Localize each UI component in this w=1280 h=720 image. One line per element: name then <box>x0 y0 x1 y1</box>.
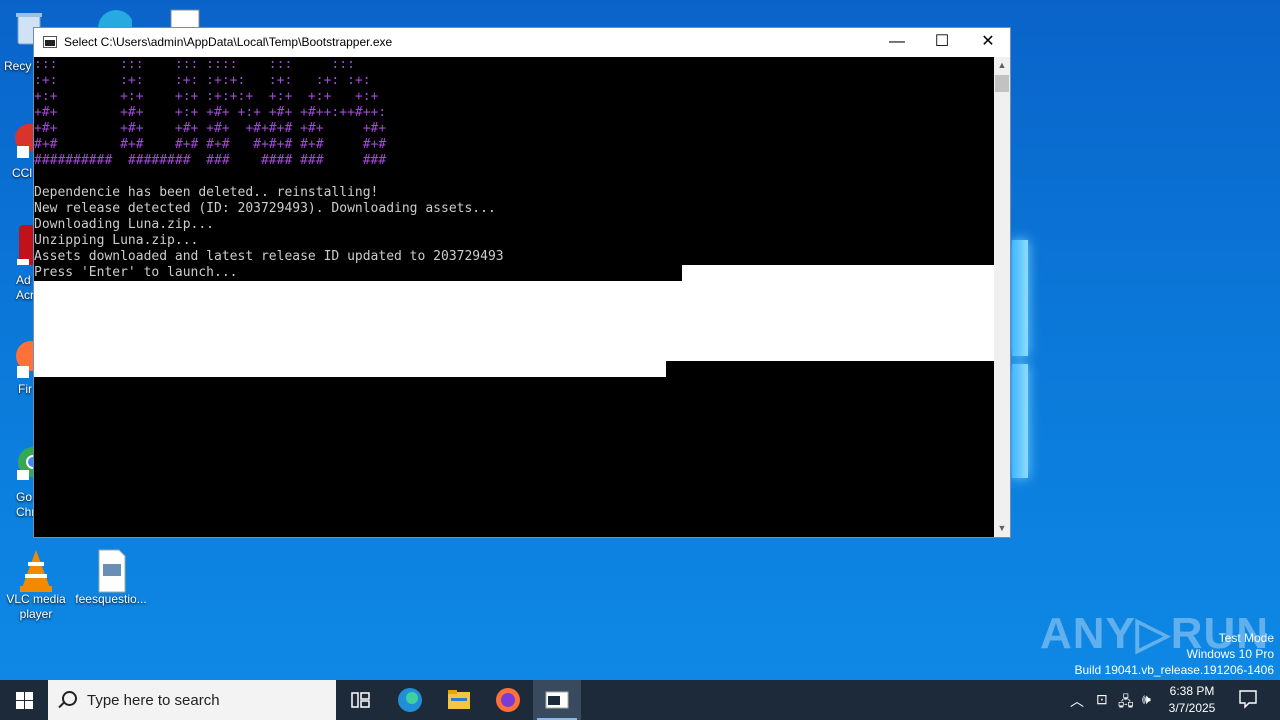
console-line: Downloading Luna.zip... <box>34 217 215 232</box>
taskbar-clock[interactable]: 6:38 PM 3/7/2025 <box>1160 683 1224 717</box>
ascii-art-line: +#+ +#+ +:+ +#+ +:+ +#+ +#++:++#++: <box>34 105 387 120</box>
folder-icon <box>448 690 470 709</box>
task-view-icon <box>351 692 370 708</box>
ascii-art-line: ::: ::: ::: :::: ::: ::: <box>34 57 355 72</box>
selection-highlight <box>682 265 994 281</box>
firefox-icon <box>496 688 520 712</box>
ascii-art-line: #+# #+# #+# #+# #+#+# #+# #+# <box>34 137 387 152</box>
desktop-icon-label: Recy <box>4 59 32 73</box>
console-title: Select C:\Users\admin\AppData\Local\Temp… <box>64 35 393 49</box>
desktop-icon-label: VLC media player <box>6 592 66 621</box>
volume-icon[interactable]: 🕪 <box>1142 691 1151 720</box>
taskbar-search-box[interactable]: Type here to search <box>48 680 336 720</box>
notifications-icon[interactable] <box>1238 688 1258 720</box>
taskbar-file-explorer[interactable] <box>435 680 483 720</box>
vlc-cone-icon <box>16 548 56 592</box>
system-info: Test Mode Windows 10 Pro Build 19041.vb_… <box>1075 630 1275 678</box>
task-view-button[interactable] <box>336 680 384 720</box>
desktop-icon-label: feesquestio... <box>75 592 147 606</box>
security-icon[interactable]: ⊡ <box>1096 691 1108 720</box>
console-line: Unzipping Luna.zip... <box>34 233 199 248</box>
maximize-button[interactable]: ☐ <box>919 28 965 57</box>
scrollbar-thumb[interactable] <box>995 75 1009 92</box>
edge-icon <box>398 688 422 712</box>
os-edition-label: Windows 10 Pro <box>1186 647 1274 661</box>
console-line: Assets downloaded and latest release ID … <box>34 249 504 264</box>
console-line: Press 'Enter' to launch... <box>34 265 238 280</box>
console-line: New release detected (ID: 203729493). Do… <box>34 201 496 216</box>
ascii-art-line: ########## ######## ### #### ### ### <box>34 153 387 168</box>
console-app-icon <box>43 36 57 48</box>
selection-highlight <box>34 361 666 377</box>
desktop-icon-label: CCl <box>12 166 32 180</box>
ascii-art-line: +#+ +#+ +#+ +#+ +#+#+# +#+ +#+ <box>34 121 387 136</box>
taskbar-firefox[interactable] <box>484 680 532 720</box>
ascii-art-line: +:+ +:+ +:+ :+:+:+ +:+ +:+ +:+ <box>34 89 379 104</box>
vertical-scrollbar[interactable]: ▲ ▼ <box>994 57 1010 537</box>
network-icon[interactable]: 🖧 <box>1118 691 1134 720</box>
ascii-art-line: :+: :+: :+: :+:+: :+: :+: :+: <box>34 73 371 88</box>
desktop-icon-label: Fir <box>18 382 32 396</box>
taskbar-console[interactable] <box>533 680 581 720</box>
console-body[interactable]: ::: ::: ::: :::: ::: ::: :+: :+: :+: :+:… <box>34 57 994 537</box>
minimize-button[interactable]: — <box>874 28 920 57</box>
taskbar-edge[interactable] <box>386 680 434 720</box>
show-hidden-icons-chevron-icon[interactable]: ︿ <box>1070 691 1084 720</box>
clock-time: 6:38 PM <box>1169 684 1215 698</box>
desktop-icon-label: Ad Acr <box>16 273 34 302</box>
selection-highlight <box>34 281 994 361</box>
taskbar: Type here to search ︿ ⊡ 🖧 🕪 6:38 PM 3/7/… <box>0 680 1280 720</box>
image-file-icon <box>91 548 131 593</box>
console-window[interactable]: Select C:\Users\admin\AppData\Local\Temp… <box>33 27 1011 538</box>
search-icon <box>62 691 77 706</box>
desktop-icon-feesquestion[interactable]: feesquestio... <box>73 548 149 607</box>
console-line: Dependencie has been deleted.. reinstall… <box>34 185 379 200</box>
desktop-icon-vlc[interactable]: VLC media player <box>0 548 74 622</box>
close-button[interactable]: ✕ <box>965 28 1011 57</box>
windows-logo-icon <box>16 692 24 700</box>
console-title-bar[interactable]: Select C:\Users\admin\AppData\Local\Temp… <box>34 28 1010 57</box>
start-button[interactable] <box>0 680 48 720</box>
desktop-windows-logo <box>1012 240 1032 480</box>
scroll-down-arrow-icon[interactable]: ▼ <box>994 520 1010 537</box>
search-placeholder: Type here to search <box>87 692 220 709</box>
console-app-icon <box>545 691 569 709</box>
scroll-up-arrow-icon[interactable]: ▲ <box>994 57 1010 74</box>
console-output: ::: ::: ::: :::: ::: ::: :+: :+: :+: :+:… <box>34 57 504 281</box>
os-build-label: Build 19041.vb_release.191206-1406 <box>1074 663 1275 677</box>
clock-date: 3/7/2025 <box>1168 701 1216 715</box>
test-mode-label: Test Mode <box>1218 631 1274 645</box>
